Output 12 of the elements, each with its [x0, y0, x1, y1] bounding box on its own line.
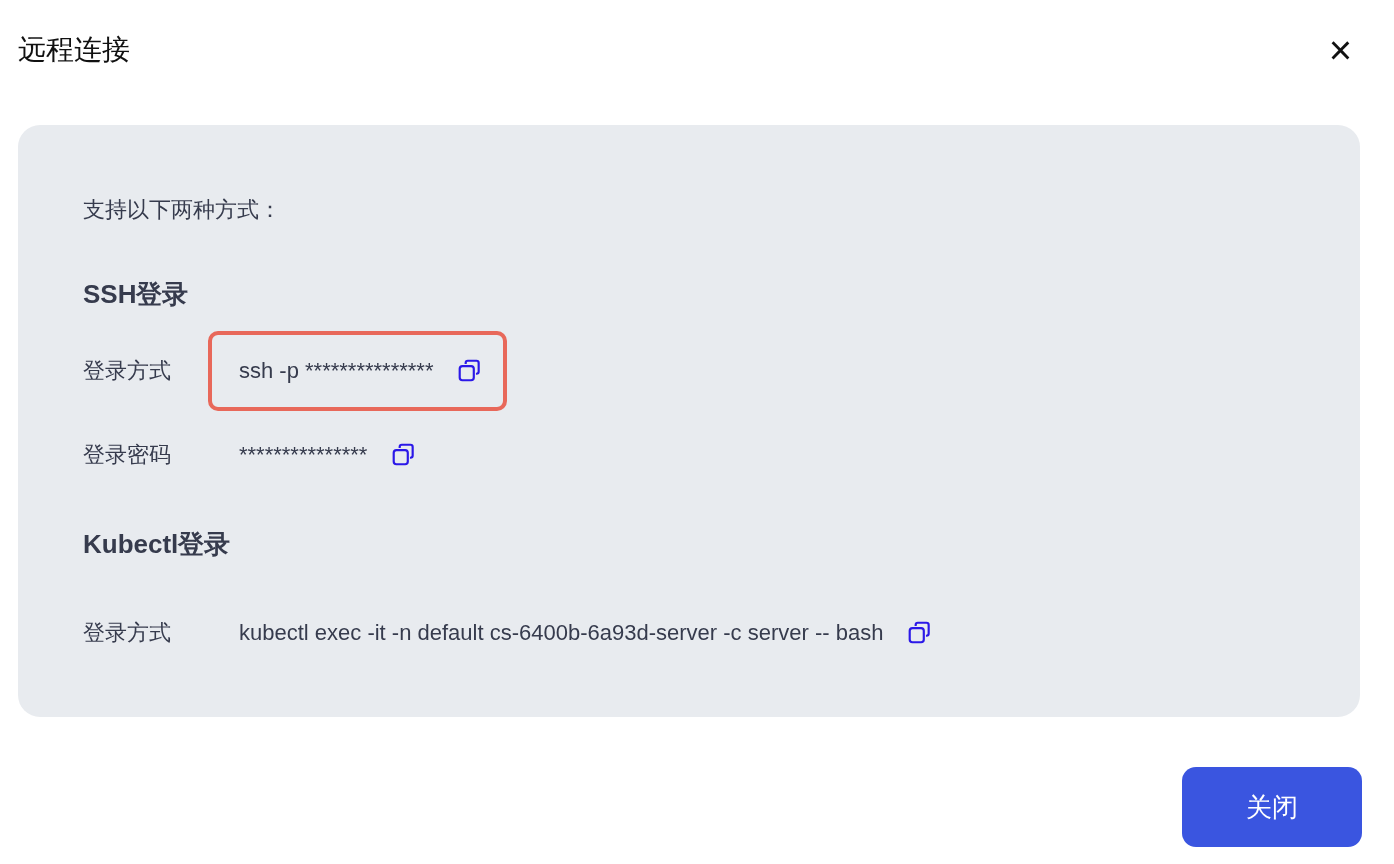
close-dialog-button[interactable]: 关闭: [1182, 767, 1362, 847]
dialog-title: 远程连接: [18, 33, 130, 67]
command-text: kubectl exec -it -n default cs-6400b-6a93d-server -c server -- bash: [239, 620, 884, 646]
command-text: ssh -p ***************: [239, 358, 434, 384]
section-heading: Kubectl登录: [83, 528, 232, 561]
field-label: 登录方式: [83, 357, 172, 385]
command-text: ***************: [239, 442, 368, 468]
close-button[interactable]: ×: [1320, 30, 1360, 70]
section-heading: SSH登录: [83, 278, 190, 311]
field-label: 登录密码: [83, 441, 172, 469]
field-label: 登录方式: [83, 619, 172, 647]
intro-text: 支持以下两种方式：: [83, 196, 282, 224]
